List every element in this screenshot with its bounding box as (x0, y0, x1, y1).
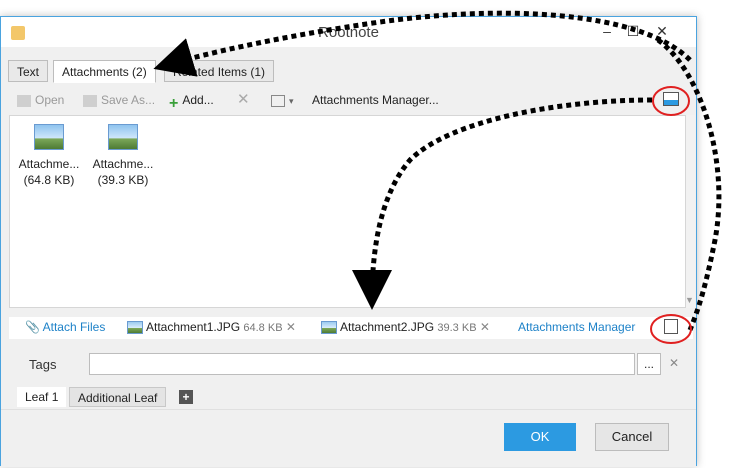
chip-size: 39.3 KB (437, 322, 477, 334)
chip-name: Attachment1.JPG (146, 320, 241, 334)
attachment-file-1[interactable]: Attachme... (64.8 KB) (14, 124, 84, 188)
tab-leaf-1[interactable]: Leaf 1 (17, 387, 67, 407)
toolbar: Open Save As... + Add... ✕ ▾ Attachments … (9, 89, 693, 113)
attachment-file-2[interactable]: Attachme... (39.3 KB) (88, 124, 158, 188)
tab-additional-leaf[interactable]: Additional Leaf (69, 387, 167, 407)
title-bar: Rootnote – ☐ ✕ (1, 17, 696, 47)
open-icon (17, 94, 31, 107)
tags-browse-button[interactable]: ... (637, 353, 661, 375)
cancel-button[interactable]: Cancel (595, 423, 669, 451)
minimize-icon[interactable]: – (597, 23, 617, 39)
save-as-button[interactable]: Save As... (83, 93, 155, 107)
manager-icon[interactable] (663, 91, 683, 106)
manager-open-icon[interactable] (664, 319, 678, 335)
file-size: (39.3 KB) (97, 173, 149, 187)
image-icon (34, 124, 64, 150)
save-as-label: Save As... (101, 93, 156, 107)
main-window: Rootnote – ☐ ✕ Text Attachments (2) Rela… (0, 16, 697, 467)
delete-icon[interactable]: ✕ (237, 90, 250, 108)
chevron-down-icon: ▾ (289, 96, 294, 106)
attachments-manager-button[interactable]: Attachments Manager... (312, 93, 439, 107)
attachment-chip-2[interactable]: Attachment2.JPG 39.3 KB ✕ (321, 320, 490, 335)
leaf-bar: Leaf 1 Additional Leaf + (9, 387, 693, 407)
tags-label: Tags (29, 357, 57, 372)
view-button[interactable]: ▾ (271, 93, 294, 107)
tab-label: Attachments (2) (62, 65, 147, 79)
tags-input[interactable] (89, 353, 635, 375)
add-icon: + (169, 94, 179, 112)
save-icon (83, 94, 97, 107)
file-size: (64.8 KB) (23, 173, 75, 187)
manager-link-label: Attachments Manager (518, 320, 636, 334)
dialog-footer: OK Cancel (1, 409, 696, 467)
tab-related-items[interactable]: Related Items (1) (164, 60, 275, 82)
attachment-chip-1[interactable]: Attachment1.JPG 64.8 KB ✕ (127, 320, 296, 335)
tab-label: Text (17, 65, 40, 79)
tags-row: Tags ... ✕ (9, 351, 693, 377)
view-icon (271, 94, 285, 107)
open-button[interactable]: Open (17, 93, 64, 107)
clear-icon[interactable]: ✕ (669, 356, 679, 370)
add-button[interactable]: + Add... (169, 93, 214, 112)
attach-files-label: Attach Files (42, 320, 106, 334)
plus-icon[interactable]: + (179, 390, 193, 404)
tab-text[interactable]: Text (8, 60, 49, 82)
maximize-icon[interactable]: ☐ (623, 23, 643, 39)
image-icon (321, 321, 337, 335)
remove-icon[interactable]: ✕ (480, 320, 490, 334)
tab-attachments[interactable]: Attachments (2) (53, 60, 156, 83)
file-name: Attachme... (92, 157, 154, 171)
open-label: Open (35, 93, 65, 107)
manager-label: Attachments Manager... (312, 93, 439, 107)
attachments-manager-link[interactable]: Attachments Manager (518, 320, 635, 334)
chip-name: Attachment2.JPG (340, 320, 435, 334)
close-icon[interactable]: ✕ (652, 23, 672, 39)
chevron-down-icon[interactable]: ▼ (685, 295, 694, 305)
scrollbar[interactable]: ▼ (685, 115, 695, 308)
tab-label: Related Items (1) (173, 65, 266, 79)
remove-icon[interactable]: ✕ (286, 320, 296, 334)
window-title: Rootnote (318, 24, 379, 41)
image-icon (108, 124, 138, 150)
file-name: Attachme... (18, 157, 80, 171)
attachments-view: Attachme... (64.8 KB) Attachme... (39.3 … (9, 115, 686, 308)
attachment-bar: 📎 Attach Files Attachment1.JPG 64.8 KB ✕… (9, 317, 693, 339)
paperclip-icon: 📎 (25, 320, 40, 334)
chip-size: 64.8 KB (243, 322, 283, 334)
image-icon (127, 321, 143, 335)
add-label: Add... (182, 93, 214, 107)
ok-button[interactable]: OK (504, 423, 576, 451)
attach-files-link[interactable]: 📎 Attach Files (25, 320, 105, 334)
